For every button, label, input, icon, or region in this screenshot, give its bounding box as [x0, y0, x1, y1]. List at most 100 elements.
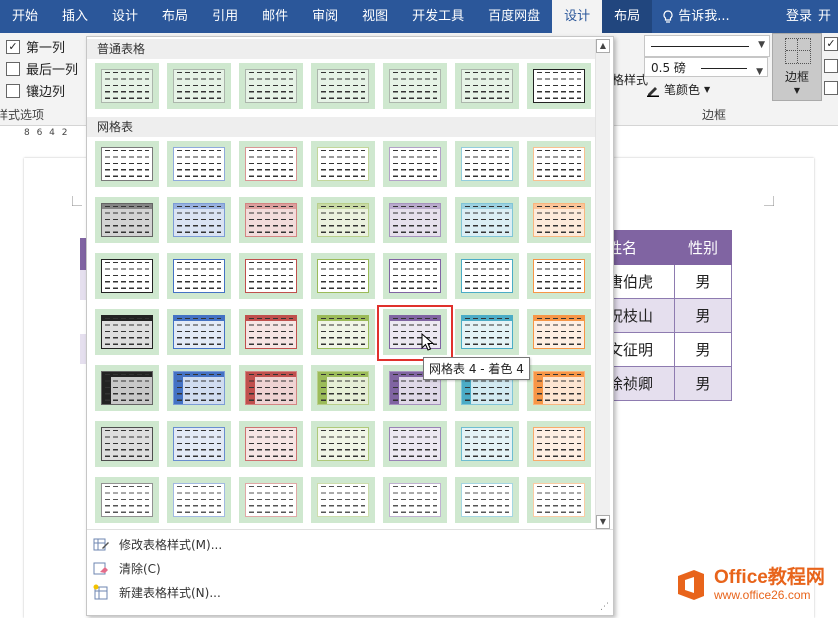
grid-table-style-swatch[interactable] [383, 197, 447, 243]
gallery-scrollbar[interactable]: ▲ ▼ [595, 39, 610, 529]
grid-table-style-swatch[interactable] [95, 309, 159, 355]
tab-mailings[interactable]: 邮件 [250, 0, 300, 33]
last-column-option[interactable]: 最后一列 [6, 59, 78, 78]
grid-table-style-swatch[interactable] [239, 197, 303, 243]
tell-me-box[interactable]: 告诉我... [652, 0, 739, 33]
grid-table-style-swatch[interactable] [167, 309, 231, 355]
grid-table-style-swatch[interactable] [95, 141, 159, 187]
swatch-preview [317, 259, 369, 293]
cell-name[interactable]: 唐伯虎 [606, 264, 675, 299]
grid-table-style-swatch[interactable] [95, 197, 159, 243]
tab-home[interactable]: 开始 [0, 0, 50, 33]
plain-table-style-swatch[interactable] [455, 63, 519, 109]
swatch-preview [317, 315, 369, 349]
grid-table-style-swatch[interactable] [383, 253, 447, 299]
plain-table-style-swatch[interactable] [95, 63, 159, 109]
grid-table-style-swatch[interactable] [527, 141, 591, 187]
cell-gender[interactable]: 男 [674, 332, 732, 367]
grid-table-style-swatch[interactable] [239, 477, 303, 523]
grid-table-style-swatch[interactable] [239, 421, 303, 467]
cell-gender[interactable]: 男 [674, 264, 732, 299]
grid-table-style-swatch[interactable] [527, 421, 591, 467]
tab-table-design[interactable]: 设计 [552, 0, 603, 33]
first-column-option[interactable]: ✓ 第一列 [6, 37, 65, 56]
tab-design[interactable]: 设计 [100, 0, 150, 33]
grid-table-style-swatch[interactable] [95, 477, 159, 523]
cell-name[interactable]: 徐祯卿 [606, 366, 675, 401]
right-option-checkbox-3[interactable] [824, 81, 838, 95]
tab-insert[interactable]: 插入 [50, 0, 100, 33]
pen-color-button[interactable]: 笔颜色 ▼ [646, 81, 710, 98]
grid-table-style-swatch[interactable] [455, 477, 519, 523]
line-style-dropdown[interactable]: ▼ [644, 35, 770, 57]
grid-table-style-swatch[interactable] [311, 197, 375, 243]
grid-table-style-swatch[interactable] [527, 477, 591, 523]
grid-table-style-swatch[interactable] [311, 141, 375, 187]
plain-table-style-swatch[interactable] [527, 63, 591, 109]
grid-table-style-swatch[interactable] [95, 253, 159, 299]
grid-table-style-swatch[interactable] [311, 477, 375, 523]
grid-table-style-swatch[interactable] [527, 253, 591, 299]
last-column-checkbox[interactable] [6, 61, 20, 76]
grid-table-style-swatch[interactable] [455, 197, 519, 243]
login-link[interactable]: 登录 [786, 0, 812, 33]
banded-columns-checkbox[interactable] [6, 83, 20, 98]
grid-table-style-swatch[interactable] [167, 421, 231, 467]
first-column-checkbox[interactable]: ✓ [6, 39, 20, 54]
grid-table-style-swatch[interactable] [311, 309, 375, 355]
grid-table-style-swatch[interactable] [383, 477, 447, 523]
scroll-down-icon[interactable]: ▼ [596, 515, 610, 529]
grid-table-style-swatch[interactable] [239, 141, 303, 187]
tab-developer[interactable]: 开发工具 [400, 0, 476, 33]
grid-table-style-swatch[interactable] [383, 141, 447, 187]
right-option-checkbox-2[interactable] [824, 59, 838, 73]
cell-gender[interactable]: 男 [674, 366, 732, 401]
cell-name[interactable]: 祝枝山 [606, 298, 675, 333]
cell-name[interactable]: 文征明 [606, 332, 675, 367]
tell-me-text: 告诉我... [678, 9, 730, 24]
grid-table-style-swatch[interactable] [383, 421, 447, 467]
grid-table-style-swatch[interactable] [167, 477, 231, 523]
grid-table-style-swatch[interactable] [455, 253, 519, 299]
grid-table-style-swatch[interactable] [239, 309, 303, 355]
plain-table-style-swatch[interactable] [311, 63, 375, 109]
tab-partial[interactable]: 开 [818, 0, 838, 33]
resize-grip-icon[interactable]: ⋰ [600, 602, 609, 612]
right-option-checkbox-1[interactable]: ✓ [824, 37, 838, 51]
banded-columns-option[interactable]: 镶边列 [6, 81, 65, 100]
plain-table-style-swatch[interactable] [239, 63, 303, 109]
tab-layout[interactable]: 布局 [150, 0, 200, 33]
grid-table-style-swatch[interactable] [239, 253, 303, 299]
grid-table-style-swatch[interactable] [455, 421, 519, 467]
grid-table-style-swatch[interactable] [167, 365, 231, 411]
grid-table-style-swatch[interactable] [167, 141, 231, 187]
pen-icon [647, 86, 659, 97]
grid-table-style-swatch[interactable] [311, 421, 375, 467]
grid-table-style-swatch[interactable] [95, 365, 159, 411]
modify-table-style-item[interactable]: 修改表格样式(M)... [93, 533, 222, 555]
grid-table-style-swatch[interactable] [239, 365, 303, 411]
plain-table-style-swatch[interactable] [167, 63, 231, 109]
tab-baidu-netdisk[interactable]: 百度网盘 [476, 0, 552, 33]
tab-table-layout[interactable]: 布局 [602, 0, 653, 33]
grid-table-style-swatch[interactable] [527, 197, 591, 243]
tab-references[interactable]: 引用 [200, 0, 250, 33]
grid-table-style-swatch[interactable] [455, 309, 519, 355]
new-table-style-item[interactable]: 新建表格样式(N)... [93, 581, 221, 603]
grid-table-style-swatch[interactable] [527, 309, 591, 355]
grid-table-style-swatch[interactable] [527, 365, 591, 411]
grid-table-style-swatch[interactable] [95, 421, 159, 467]
plain-table-style-swatch[interactable] [383, 63, 447, 109]
grid-table-style-swatch[interactable] [311, 365, 375, 411]
grid-table-style-swatch[interactable] [455, 141, 519, 187]
tab-view[interactable]: 视图 [350, 0, 400, 33]
tab-review[interactable]: 审阅 [300, 0, 350, 33]
clear-item[interactable]: 清除(C) [93, 557, 161, 579]
grid-table-style-swatch[interactable] [167, 197, 231, 243]
scroll-up-icon[interactable]: ▲ [596, 39, 610, 53]
cell-gender[interactable]: 男 [674, 298, 732, 333]
line-weight-dropdown[interactable]: 0.5 磅 ▼ [644, 57, 768, 77]
borders-button[interactable]: 边框 ▼ [772, 33, 822, 101]
grid-table-style-swatch[interactable] [167, 253, 231, 299]
grid-table-style-swatch[interactable] [311, 253, 375, 299]
